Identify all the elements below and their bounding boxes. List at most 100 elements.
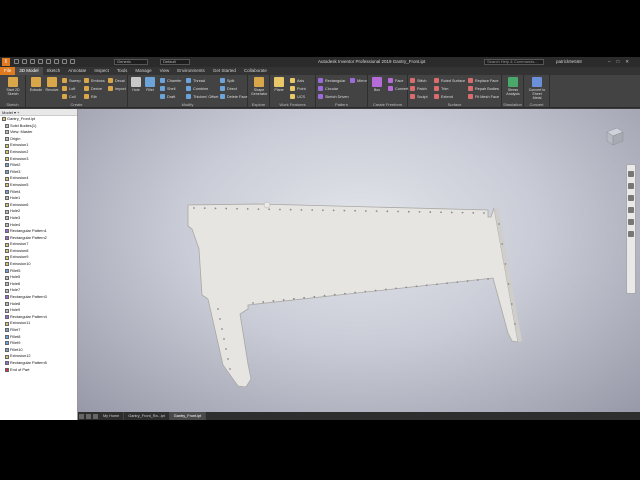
tab-inspect[interactable]: Inspect [90,67,113,75]
orbit-icon[interactable] [628,207,634,213]
sweep-button[interactable]: Sweep [62,77,81,84]
mirror-button[interactable]: Mirror [350,77,367,84]
browser-node[interactable]: Extrusion11 [0,320,77,327]
draft-button[interactable]: Draft [160,93,182,100]
browser-node[interactable]: Hole8 [0,301,77,308]
viewcube[interactable] [603,125,625,147]
browser-node[interactable]: Rectangular Pattern5 [0,360,77,367]
browser-node[interactable]: Fillet4 [0,189,77,196]
browser-node[interactable]: Hole4 [0,222,77,229]
axis-button[interactable]: Axis [290,77,306,84]
browser-node[interactable]: Origin [0,136,77,143]
fit-mesh-face-button[interactable]: Fit Mesh Face [468,93,499,100]
ucs-button[interactable]: UCS [290,93,306,100]
shape-generator-button[interactable]: Shape Generator [251,77,267,96]
direct-button[interactable]: Direct [220,85,247,92]
box-button[interactable]: Box [369,77,385,92]
tab-annotate[interactable]: Annotate [64,67,90,75]
rectangular-pattern-button[interactable]: Rectangular [318,77,349,84]
browser-node[interactable]: End of Part [0,367,77,374]
browser-node[interactable]: Extrusion8 [0,248,77,255]
extend-button[interactable]: Extend [434,93,465,100]
gantry-front-part[interactable] [78,109,640,412]
trim-button[interactable]: Trim [434,85,465,92]
browser-node[interactable]: Fillet10 [0,347,77,354]
browser-node[interactable]: View: Master [0,129,77,136]
browser-node[interactable]: Extrusion1 [0,142,77,149]
tab-3d-model[interactable]: 3D Model [15,67,43,75]
browser-node[interactable]: Hole2 [0,208,77,215]
tab-manage[interactable]: Manage [131,67,155,75]
delete-face-button[interactable]: Delete Face [220,93,247,100]
browser-header[interactable]: Model ▾ + [0,109,77,116]
rib-button[interactable]: Rib [84,93,105,100]
convert-button[interactable]: Convert [388,85,408,92]
tab-view[interactable]: View [156,67,174,75]
point-button[interactable]: Point [290,85,306,92]
tab-environments[interactable]: Environments [173,67,209,75]
home-icon[interactable] [54,59,59,64]
browser-node[interactable]: Gantry_Front.ipt [0,116,77,123]
patch-button[interactable]: Patch [410,85,428,92]
browser-node[interactable]: Extrusion10 [0,261,77,268]
open-icon[interactable] [22,59,27,64]
emboss-button[interactable]: Emboss [84,77,105,84]
browser-node[interactable]: Extrusion5 [0,182,77,189]
stitch-button[interactable]: Stitch [410,77,428,84]
close-button[interactable]: ✕ [625,57,629,67]
loft-button[interactable]: Loft [62,85,81,92]
thread-button[interactable]: Thread [186,77,218,84]
convert-sheet-metal-button[interactable]: Convert to Sheet Metal [528,77,546,100]
browser-node[interactable]: Fillet7 [0,327,77,334]
browser-node[interactable]: Hole7 [0,287,77,294]
minimize-button[interactable]: – [608,57,611,67]
shell-button[interactable]: Shell [160,85,182,92]
undo-icon[interactable] [38,59,43,64]
plane-button[interactable]: Plane [271,77,287,92]
browser-node[interactable]: Hole3 [0,215,77,222]
tab-gantry-front[interactable]: Gantry_Front.ipt [169,412,207,420]
browser-node[interactable]: Fillet3 [0,169,77,176]
zoom-icon[interactable] [628,195,634,201]
tab-get-started[interactable]: Get Started [209,67,240,75]
chamfer-button[interactable]: Chamfer [160,77,182,84]
arrange-icon[interactable] [93,413,98,419]
tab-my-home[interactable]: My Home [99,412,125,420]
redo-icon[interactable] [46,59,51,64]
face-button[interactable]: Face [388,77,408,84]
browser-node[interactable]: Fillet5 [0,268,77,275]
help-search-input[interactable]: Search Help & Commands... [484,59,544,65]
browser-node[interactable]: Fillet2 [0,162,77,169]
browser-node[interactable]: Rectangular Pattern1 [0,228,77,235]
browser-node[interactable]: Hole1 [0,195,77,202]
browser-node[interactable]: Extrusion7 [0,241,77,248]
browser-node[interactable]: Hole9 [0,307,77,314]
browser-node[interactable]: Extrusion3 [0,156,77,163]
combine-button[interactable]: Combine [186,85,218,92]
stress-analysis-button[interactable]: Stress Analysis [505,77,521,96]
ruled-surface-button[interactable]: Ruled Surface [434,77,465,84]
user-account[interactable]: patrick9e568 [556,57,582,67]
default-dropdown[interactable]: Default [160,59,190,65]
browser-node[interactable]: Solid Bodies(1) [0,123,77,130]
tab-tools[interactable]: Tools [113,67,132,75]
app-logo[interactable]: I [2,58,10,66]
appearance-dropdown[interactable]: Generic [114,59,148,65]
new-icon[interactable] [14,59,19,64]
revolve-button[interactable]: Revolve [44,77,60,92]
steering-wheel-icon[interactable] [628,171,634,177]
tab-collaborate[interactable]: Collaborate [240,67,271,75]
replace-face-button[interactable]: Replace Face [468,77,499,84]
split-button[interactable]: Split [220,77,247,84]
tab-file[interactable]: File [0,67,16,75]
maximize-button[interactable]: □ [617,57,620,67]
select-icon[interactable] [70,59,75,64]
sketch-driven-pattern-button[interactable]: Sketch Driven [318,93,349,100]
browser-node[interactable]: Hole5 [0,274,77,281]
coil-button[interactable]: Coil [62,93,81,100]
circular-pattern-button[interactable]: Circular [318,85,349,92]
nav-settings-icon[interactable] [628,231,634,237]
tab-sketch[interactable]: Sketch [43,67,65,75]
import-button[interactable]: Import [108,85,126,92]
repair-bodies-button[interactable]: Repair Bodies [468,85,499,92]
